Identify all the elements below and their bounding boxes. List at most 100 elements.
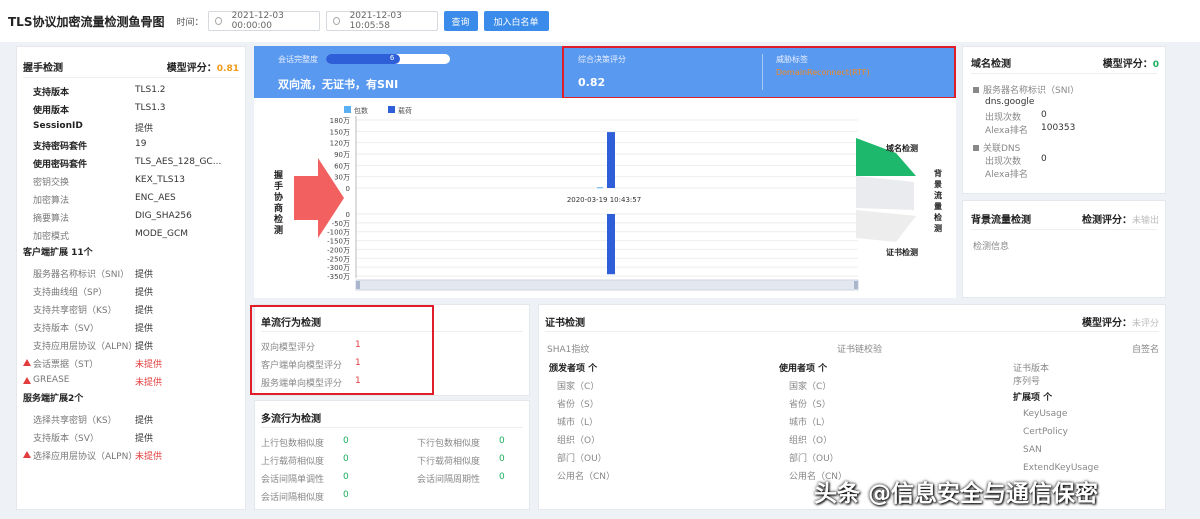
score-label: 模型评分： [1081, 318, 1132, 329]
domain-branch-label: 域名检测 [886, 143, 918, 153]
issuer-field: 部门（OU） [557, 454, 607, 464]
divider [971, 73, 1157, 74]
version-label: 证书版本 [1013, 364, 1050, 374]
multi-row-value: 0 [343, 490, 349, 500]
multi-row-value: 0 [499, 436, 505, 446]
y-tick-label: 0 [346, 211, 350, 219]
chart-bar [607, 214, 615, 275]
issuer-title: 颁发者项 个 [549, 364, 598, 374]
multi-row-label: 会话间隔周期性 [417, 475, 481, 485]
row-value: 提供 [135, 270, 154, 280]
y-tick-label: -150万 [327, 238, 350, 246]
flow-description: 双向流，无证书，有SNI [278, 78, 399, 91]
left-label-char: 握 [274, 169, 283, 181]
background-label-char: 景 [934, 179, 942, 189]
row-value: 提供 [135, 434, 154, 444]
legend-swatch [344, 106, 351, 113]
whitelist-button[interactable]: 加入白名单 [483, 11, 549, 31]
handshake-score: 0.81 [216, 64, 239, 74]
info-row: 使用版本 TLS1.3 [17, 103, 245, 116]
row-value: KEX_TLS13 [135, 175, 185, 185]
y-tick-label: 150万 [330, 128, 350, 136]
issuer-field: 城市（L） [557, 418, 599, 428]
score-label: 模型评分： [1102, 59, 1153, 70]
tooltip-label: 2020-03-19 10:43:57 [567, 196, 641, 204]
multi-row-label: 会话间隔相似度 [261, 493, 325, 503]
completeness-label: 会话完整度 [278, 55, 318, 64]
issuer-field: 省份（S） [557, 400, 599, 410]
ext-item: KeyUsage [1023, 409, 1068, 419]
traffic-chart: 握手协商检测包数 载荷180万150万120万90万60万30万00-50万-10… [274, 106, 942, 291]
background-label-char: 检 [934, 212, 942, 222]
y-tick-label: 0 [346, 185, 350, 193]
bgflow-title: 背景流量检测 [971, 215, 1031, 226]
chain-label: 证书链校验 [837, 345, 883, 355]
background-label-char: 背 [934, 168, 942, 178]
query-button[interactable]: 查询 [443, 11, 478, 31]
row-value: 未提供 [135, 360, 163, 370]
end-time-input[interactable]: 2021-12-03 10:05:58 [325, 11, 438, 31]
info-row: 加密模式 MODE_GCM [17, 229, 245, 242]
dns-label: 关联DNS [983, 144, 1021, 154]
domain-score: 0 [1152, 60, 1159, 70]
chart-bar [607, 132, 615, 188]
background-label-char: 量 [934, 201, 942, 211]
selfsigned-label: 自签名 [1131, 345, 1159, 355]
warning-icon [23, 451, 31, 458]
start-time-input[interactable]: 2021-12-03 00:00:00 [207, 11, 320, 31]
cert-branch-label: 证书检测 [886, 247, 918, 257]
sni-label: 服务器名称标识（SNI） [983, 86, 1080, 96]
info-row: 密钥交换 KEX_TLS13 [17, 175, 245, 188]
multi-row-value: 0 [343, 454, 349, 464]
chart-bar [597, 187, 603, 189]
left-label-char: 检 [274, 213, 283, 225]
row-value: TLS_AES_128_GC... [135, 157, 222, 167]
row-key: GREASE [33, 375, 70, 385]
y-tick-label: 180万 [330, 117, 350, 125]
scroll-handle[interactable] [356, 281, 360, 289]
row-key: 支持应用层协议（ALPN） [33, 342, 138, 352]
scroll-handle[interactable] [854, 281, 858, 289]
client-ext-title: 客户端扩展 11个 [23, 248, 93, 258]
multi-row-label: 上行载荷相似度 [261, 457, 325, 467]
multi-row-label: 会话间隔单调性 [261, 475, 325, 485]
issuer-field: 组织（O） [557, 436, 601, 446]
y-tick-label: 60万 [334, 162, 350, 170]
row-value: 未提供 [135, 452, 163, 462]
time-label: 时间： [176, 17, 204, 28]
row-key: 支持版本（SV） [33, 434, 99, 444]
legend-swatch [388, 106, 395, 113]
warning-icon [23, 377, 31, 384]
handshake-title: 握手检测 [23, 63, 63, 74]
info-row: 支持共享密钥（KS） 提供 [17, 303, 245, 316]
info-row: 支持版本 TLS1.2 [17, 85, 245, 98]
info-row: 服务器名称标识（SNI） 提供 [17, 267, 245, 280]
server-ext-title: 服务端扩展2个 [23, 394, 84, 404]
y-tick-label: -50万 [332, 220, 350, 228]
multi-row-value: 0 [343, 436, 349, 446]
legend-label: 包数 [354, 106, 368, 115]
ext-title: 扩展项 个 [1013, 393, 1053, 403]
info-row: 支持版本（SV） 提供 [17, 431, 245, 444]
multi-row-label: 下行载荷相似度 [417, 457, 481, 467]
background-label-char: 测 [934, 223, 942, 233]
subject-field: 城市（L） [789, 418, 831, 428]
warning-icon [23, 359, 31, 366]
info-row: 选择应用层协议（ALPN） 未提供 [17, 449, 245, 462]
bullet-icon [973, 87, 979, 93]
row-key: 选择共享密钥（KS） [33, 416, 117, 426]
divider [23, 77, 239, 78]
row-key: 支持共享密钥（KS） [33, 306, 117, 316]
left-label-char: 测 [274, 224, 283, 236]
row-key: 支持密码套件 [33, 142, 88, 152]
chart-scrollbar[interactable] [355, 279, 859, 291]
row-value: 提供 [135, 342, 154, 352]
alexa-label: Alexa排名 [985, 126, 1028, 136]
bgflow-score: 未输出 [1131, 216, 1159, 226]
left-label-char: 商 [274, 202, 283, 214]
subject-field: 省份（S） [789, 400, 831, 410]
info-row: 支持应用层协议（ALPN） 提供 [17, 339, 245, 352]
count-value: 0 [1041, 110, 1047, 120]
watermark: 头条 @信息安全与通信保密 [814, 481, 1099, 507]
row-key: 使用密码套件 [33, 160, 88, 170]
